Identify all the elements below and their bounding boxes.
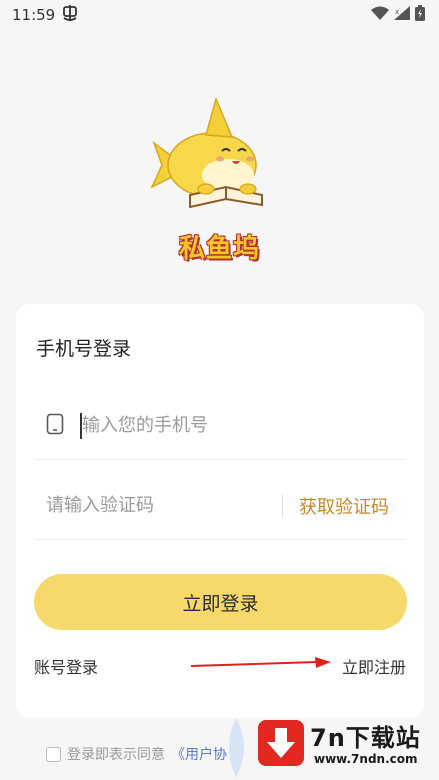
phone-input[interactable] [82, 415, 405, 436]
agreement-checkbox[interactable] [46, 746, 61, 762]
verification-code-input[interactable] [46, 495, 282, 516]
login-card: 手机号登录 获取验证码 立即登录 账号登录 立即注册 [16, 304, 424, 718]
code-row: 获取验证码 [36, 472, 405, 540]
watermark-url: www.7ndn.com [314, 752, 418, 766]
status-left: 11:59 [12, 4, 79, 26]
register-link[interactable]: 立即注册 [342, 654, 406, 678]
shark-reading-book-logo [150, 96, 263, 209]
account-login-link[interactable]: 账号登录 [34, 654, 98, 678]
download-icon [258, 720, 304, 766]
watermark: 7n下载站 www.7ndn.com [218, 714, 439, 780]
watermark-feather-icon [229, 718, 244, 778]
login-title: 手机号登录 [36, 338, 132, 360]
svg-text:x: x [395, 8, 399, 16]
status-right: x [371, 5, 425, 25]
login-button[interactable]: 立即登录 [34, 574, 407, 630]
agreement: 登录即表示同意 《用户协 [46, 744, 227, 764]
agreement-text: 登录即表示同意 [67, 747, 165, 763]
watermark-title: 7n下载站 [310, 724, 421, 752]
phone-icon [46, 413, 68, 439]
battery-icon [415, 5, 425, 25]
app-name: 私鱼坞 [178, 234, 260, 264]
app-notification-icon [61, 4, 79, 26]
red-arrow-annotation [190, 656, 331, 675]
wifi-icon [371, 6, 389, 24]
signal-icon: x [394, 6, 410, 24]
status-bar: 11:59 x [0, 0, 439, 30]
phone-row [36, 392, 405, 460]
divider [282, 493, 283, 518]
status-time: 11:59 [12, 6, 56, 24]
get-code-button[interactable]: 获取验证码 [299, 493, 389, 519]
